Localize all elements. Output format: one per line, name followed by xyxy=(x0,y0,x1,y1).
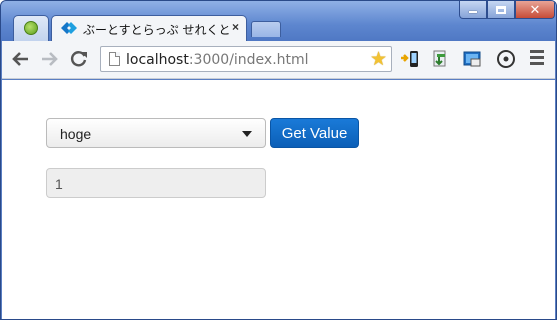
maximize-icon xyxy=(496,5,506,14)
maximize-button[interactable] xyxy=(487,1,515,19)
extension-circle-icon[interactable] xyxy=(496,49,516,69)
page-content: hoge Get Value 1 xyxy=(2,80,555,319)
url-path: :3000/index.html xyxy=(188,52,309,68)
tab-close-icon[interactable]: × xyxy=(232,20,239,34)
browser-window: ✕ ぶーとすとらっぷ せれくと × localhost:3000/index.h… xyxy=(0,0,557,320)
caret-down-icon xyxy=(242,131,252,137)
minimize-icon xyxy=(469,11,477,13)
reload-button[interactable] xyxy=(68,48,90,70)
url-host: localhost xyxy=(126,52,189,68)
tab-pinned[interactable] xyxy=(13,15,49,41)
value-output-field: 1 xyxy=(46,168,266,198)
extension-screenshot-icon[interactable] xyxy=(462,49,482,69)
window-close-button[interactable]: ✕ xyxy=(515,1,555,19)
address-bar[interactable]: localhost:3000/index.html ★ xyxy=(100,46,392,72)
star-icon[interactable]: ★ xyxy=(370,48,387,71)
browser-toolbar: localhost:3000/index.html ★ xyxy=(2,41,555,79)
forward-button[interactable] xyxy=(38,48,60,70)
close-icon: ✕ xyxy=(529,2,541,17)
forward-arrow-icon xyxy=(42,52,58,66)
url-text: localhost:3000/index.html xyxy=(126,52,309,68)
extension-download-icon[interactable] xyxy=(430,49,450,69)
feedly-favicon-icon xyxy=(24,21,38,35)
tab-title: ぶーとすとらっぷ せれくと xyxy=(83,23,231,37)
get-value-button[interactable]: Get Value xyxy=(270,118,359,148)
extension-phone-icon[interactable] xyxy=(400,49,420,69)
back-button[interactable] xyxy=(10,48,32,70)
value-output-text: 1 xyxy=(55,176,63,192)
hamburger-menu-icon[interactable] xyxy=(530,50,544,66)
reload-icon xyxy=(70,51,87,67)
back-arrow-icon xyxy=(12,52,28,66)
minimize-button[interactable] xyxy=(459,1,487,19)
select-value: hoge xyxy=(60,126,92,142)
tab-favicon-icon xyxy=(61,22,77,34)
value-select[interactable]: hoge xyxy=(46,118,266,148)
title-bar: ✕ ぶーとすとらっぷ せれくと × xyxy=(1,1,556,41)
new-tab-button[interactable] xyxy=(251,21,281,37)
page-icon xyxy=(109,52,120,66)
tab-active[interactable]: ぶーとすとらっぷ せれくと × xyxy=(51,15,247,41)
